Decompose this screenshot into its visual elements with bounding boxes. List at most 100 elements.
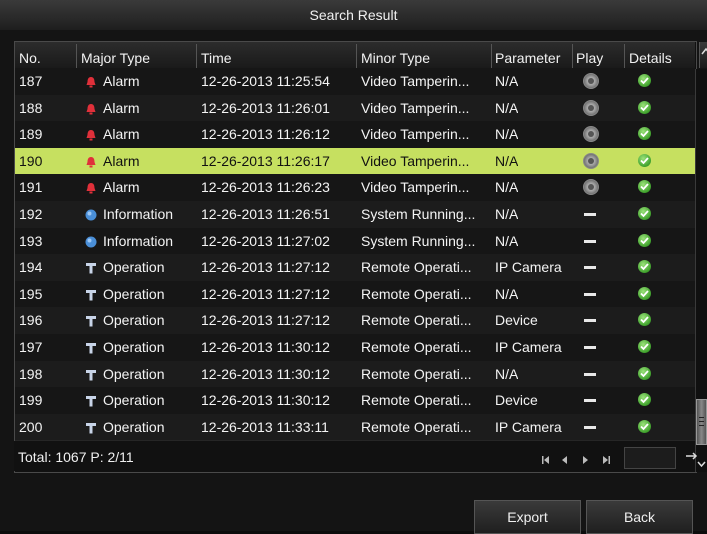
column-separator <box>196 44 197 68</box>
parameter: N/A <box>495 285 519 302</box>
check-icon[interactable] <box>638 127 651 141</box>
alarm-icon <box>85 181 97 194</box>
row-number: 198 <box>19 365 43 382</box>
time: 12-26-2013 11:27:12 <box>201 285 330 302</box>
table-row[interactable]: 197 Operation 12-26-2013 11:30:12 Remote Op… <box>15 334 695 362</box>
major-type: Operation <box>103 392 165 409</box>
first-page-icon[interactable] <box>541 455 551 467</box>
time: 12-26-2013 11:30:12 <box>201 392 330 409</box>
total-count: Total: 1067 P: 2/11 <box>18 449 134 465</box>
row-number: 192 <box>19 206 43 222</box>
play-icon[interactable] <box>583 99 599 116</box>
major-type: Alarm <box>103 99 140 116</box>
row-number: 194 <box>19 259 43 276</box>
play-icon[interactable] <box>583 126 599 143</box>
page-number-input[interactable] <box>624 447 676 469</box>
column-header-minor-type[interactable]: Minor Type <box>361 42 430 68</box>
row-number: 191 <box>19 179 43 196</box>
table-row[interactable]: 198 Operation 12-26-2013 11:30:12 Remote Op… <box>15 360 695 389</box>
parameter: Device <box>495 312 538 329</box>
check-icon[interactable] <box>638 419 651 433</box>
table-row[interactable]: 195 Operation 12-26-2013 11:27:12 Remote Op… <box>15 280 695 309</box>
parameter: N/A <box>495 126 519 143</box>
check-icon[interactable] <box>638 207 651 220</box>
check-icon[interactable] <box>638 180 651 194</box>
play-icon[interactable] <box>583 179 599 196</box>
check-icon[interactable] <box>638 340 651 353</box>
major-type: Operation <box>103 285 165 302</box>
row-number: 188 <box>19 99 43 116</box>
minor-type: Remote Operati... <box>361 312 472 329</box>
row-number: 190 <box>19 152 43 169</box>
next-page-icon[interactable] <box>581 455 589 467</box>
check-icon[interactable] <box>638 153 651 167</box>
dash-icon <box>584 399 596 403</box>
parameter: N/A <box>495 232 519 249</box>
last-page-icon[interactable] <box>601 455 611 467</box>
check-icon[interactable] <box>638 100 651 114</box>
window-title: Search Result <box>0 0 707 31</box>
column-header-time[interactable]: Time <box>201 42 232 68</box>
time: 12-26-2013 11:33:11 <box>201 418 329 435</box>
row-number: 189 <box>19 126 43 143</box>
column-header-no[interactable]: No. <box>19 42 41 68</box>
check-icon[interactable] <box>638 260 651 274</box>
prev-page-icon[interactable] <box>561 455 569 467</box>
table-row[interactable]: 191 Alarm 12-26-2013 11:26:23 Video Tamperi… <box>15 174 695 202</box>
column-header-major-type[interactable]: Major Type <box>81 42 150 68</box>
column-separator <box>356 44 357 68</box>
check-icon[interactable] <box>638 74 651 87</box>
check-icon[interactable] <box>638 233 651 247</box>
alarm-icon <box>85 155 97 168</box>
table-row[interactable]: 189 Alarm 12-26-2013 11:26:12 Video Tamperi… <box>15 121 695 149</box>
dash-icon <box>584 239 596 243</box>
table-row[interactable]: 200 Operation 12-26-2013 11:33:11 Remote Op… <box>15 413 695 442</box>
scroll-up-button[interactable] <box>699 42 707 68</box>
check-icon[interactable] <box>638 393 651 407</box>
table-row[interactable]: 188 Alarm 12-26-2013 11:26:01 Video Tamperi… <box>15 94 695 123</box>
back-button[interactable]: Back <box>586 500 693 534</box>
table-row[interactable]: 199 Operation 12-26-2013 11:30:12 Remote Op… <box>15 387 695 415</box>
table-row[interactable]: 187 Alarm 12-26-2013 11:25:54 Video Tamperi… <box>15 68 695 96</box>
dash-icon <box>584 319 596 323</box>
table-footer: Total: 1067 P: 2/11 <box>14 441 698 471</box>
time: 12-26-2013 11:26:51 <box>201 206 330 222</box>
minor-type: Video Tamperin... <box>361 126 470 143</box>
time: 12-26-2013 11:27:12 <box>201 259 330 276</box>
table-row[interactable]: 196 Operation 12-26-2013 11:27:12 Remote Op… <box>15 307 695 335</box>
check-icon[interactable] <box>638 286 651 300</box>
column-header-details[interactable]: Details <box>629 42 672 68</box>
vertical-scrollbar[interactable] <box>695 69 707 472</box>
minor-type: System Running... <box>361 232 476 249</box>
table-row[interactable]: 192 Information 12-26-2013 11:26:51 System … <box>15 201 695 229</box>
check-icon[interactable] <box>638 366 651 380</box>
column-header-parameter[interactable]: Parameter <box>495 42 560 68</box>
time: 12-26-2013 11:26:23 <box>201 179 330 196</box>
major-type: Alarm <box>103 73 140 89</box>
column-header-play[interactable]: Play <box>576 42 603 68</box>
table-row[interactable]: 190 Alarm 12-26-2013 11:26:17 Video Tamperi… <box>15 147 695 176</box>
operation-icon <box>85 368 97 381</box>
play-icon[interactable] <box>583 73 599 89</box>
play-icon[interactable] <box>583 152 599 169</box>
export-button[interactable]: Export <box>474 500 581 534</box>
table-row[interactable]: 194 Operation 12-26-2013 11:27:12 Remote Op… <box>15 254 695 282</box>
results-table: No. Major Type Time Minor Type Parameter… <box>14 41 707 473</box>
table-row[interactable]: 193 Information 12-26-2013 11:27:02 System … <box>15 227 695 256</box>
major-type: Information <box>103 206 174 222</box>
major-type: Operation <box>103 259 165 276</box>
parameter: N/A <box>495 99 519 116</box>
parameter: IP Camera <box>495 339 562 355</box>
scrollbar-thumb[interactable] <box>696 399 707 445</box>
major-type: Alarm <box>103 152 140 169</box>
parameter: IP Camera <box>495 259 562 276</box>
check-icon[interactable] <box>638 313 651 327</box>
parameter: N/A <box>495 365 519 382</box>
scrollbar-track[interactable] <box>696 69 707 447</box>
time: 12-26-2013 11:26:01 <box>201 99 330 116</box>
time: 12-26-2013 11:25:54 <box>201 73 330 89</box>
major-type: Operation <box>103 312 165 329</box>
go-arrow-icon[interactable] <box>686 449 698 464</box>
row-number: 199 <box>19 392 43 409</box>
operation-icon <box>85 421 97 434</box>
